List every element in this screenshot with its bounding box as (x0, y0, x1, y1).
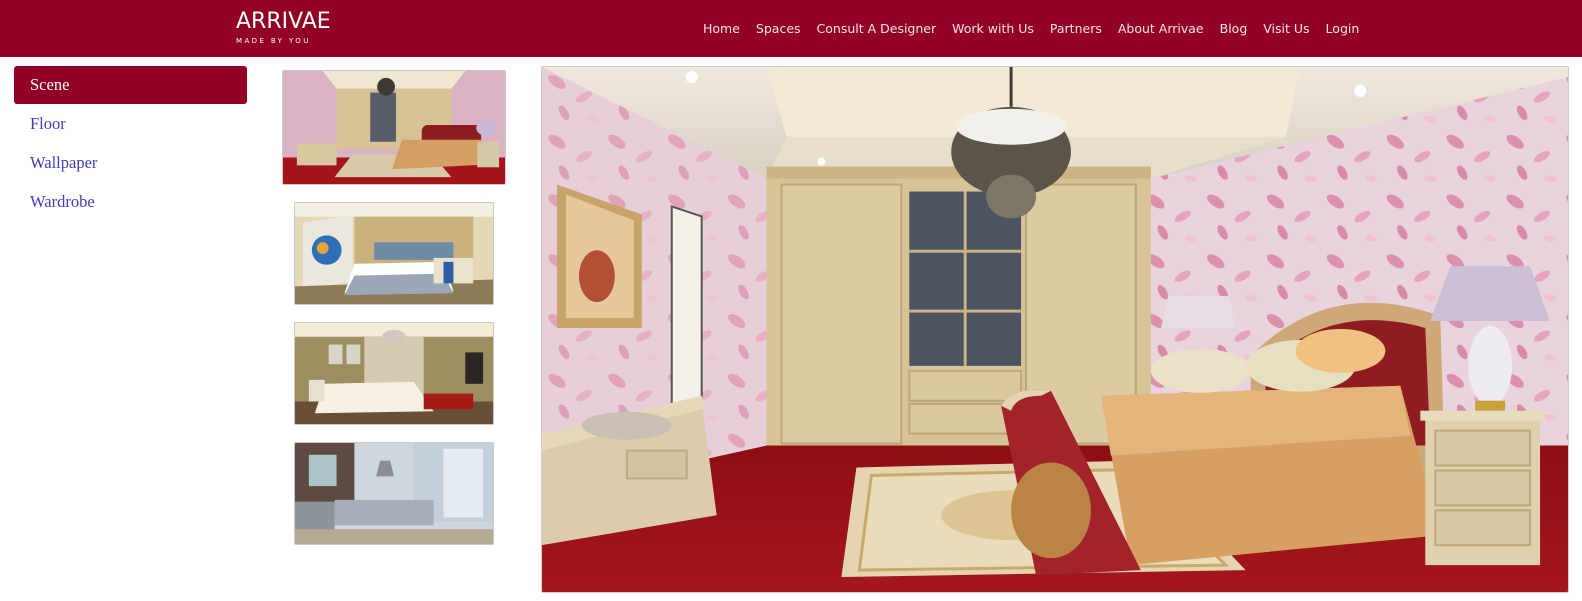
bedroom-pink-image (283, 71, 505, 184)
category-sidebar: Scene Floor Wallpaper Wardrobe (14, 66, 247, 222)
kitchen-image (295, 443, 493, 544)
bedroom-olive-image (295, 323, 493, 424)
thumbnail-bedroom-olive[interactable] (294, 322, 494, 425)
top-navbar: ARRIVAE MADE BY YOU Home Spaces Consult … (0, 0, 1582, 57)
nav-spaces[interactable]: Spaces (756, 19, 801, 39)
nav-home[interactable]: Home (703, 19, 740, 39)
bedroom-mural-image (295, 203, 493, 304)
nav-consult-designer[interactable]: Consult A Designer (817, 19, 937, 39)
nav-partners[interactable]: Partners (1050, 19, 1102, 39)
thumbnail-bedroom-pink[interactable] (282, 70, 506, 185)
nav-visit-us[interactable]: Visit Us (1263, 19, 1309, 39)
bedroom-scene-image (542, 67, 1568, 592)
thumbnail-bedroom-mural[interactable] (294, 202, 494, 305)
sidebar-item-wardrobe[interactable]: Wardrobe (14, 183, 247, 221)
logo-tagline: MADE BY YOU (236, 37, 311, 45)
nav-about-arrivae[interactable]: About Arrivae (1118, 19, 1204, 39)
nav-login[interactable]: Login (1326, 19, 1360, 39)
thumbnail-kitchen[interactable] (294, 442, 494, 545)
arrivae-logo[interactable]: ARRIVAE MADE BY YOU (236, 10, 331, 46)
main-nav: Home Spaces Consult A Designer Work with… (703, 19, 1359, 39)
sidebar-item-wallpaper[interactable]: Wallpaper (14, 144, 247, 182)
main-scene-view (541, 66, 1569, 593)
sidebar-item-scene[interactable]: Scene (14, 66, 247, 104)
logo-wordmark: ARRIVAE (236, 9, 331, 34)
nav-blog[interactable]: Blog (1220, 19, 1248, 39)
sidebar-item-floor[interactable]: Floor (14, 105, 247, 143)
nav-work-with-us[interactable]: Work with Us (952, 19, 1034, 39)
